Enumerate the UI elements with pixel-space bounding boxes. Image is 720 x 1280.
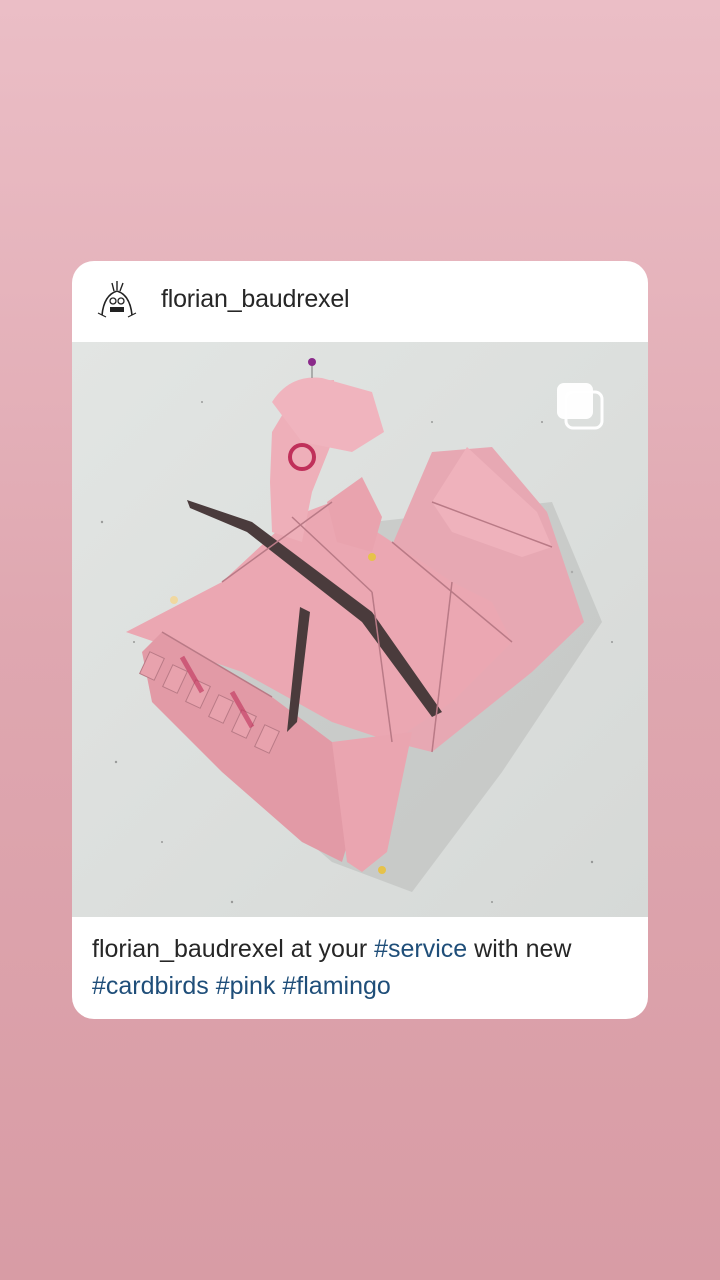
caption-text: with new [467,935,572,963]
post-username[interactable]: florian_baudrexel [161,285,350,314]
hashtag-pink[interactable]: #pink [216,972,276,1000]
post-caption: florian_baudrexel at your #service with … [92,931,632,1005]
post-card[interactable]: florian_baudrexel florian_baudrexel at y… [72,261,648,1019]
caption-username[interactable]: florian_baudrexel [92,935,284,963]
hashtag-flamingo[interactable]: #flamingo [282,972,390,1000]
carousel-icon [557,383,604,430]
cartoon-face-avatar-icon [92,275,142,325]
hashtag-service[interactable]: #service [374,935,467,963]
multiple-photos-icon[interactable] [554,382,608,432]
caption-text: at your [283,935,375,963]
hashtag-cardbirds[interactable]: #cardbirds [92,972,209,1000]
post-header: florian_baudrexel [72,261,648,342]
post-photo[interactable] [72,342,648,917]
avatar[interactable] [92,275,142,325]
